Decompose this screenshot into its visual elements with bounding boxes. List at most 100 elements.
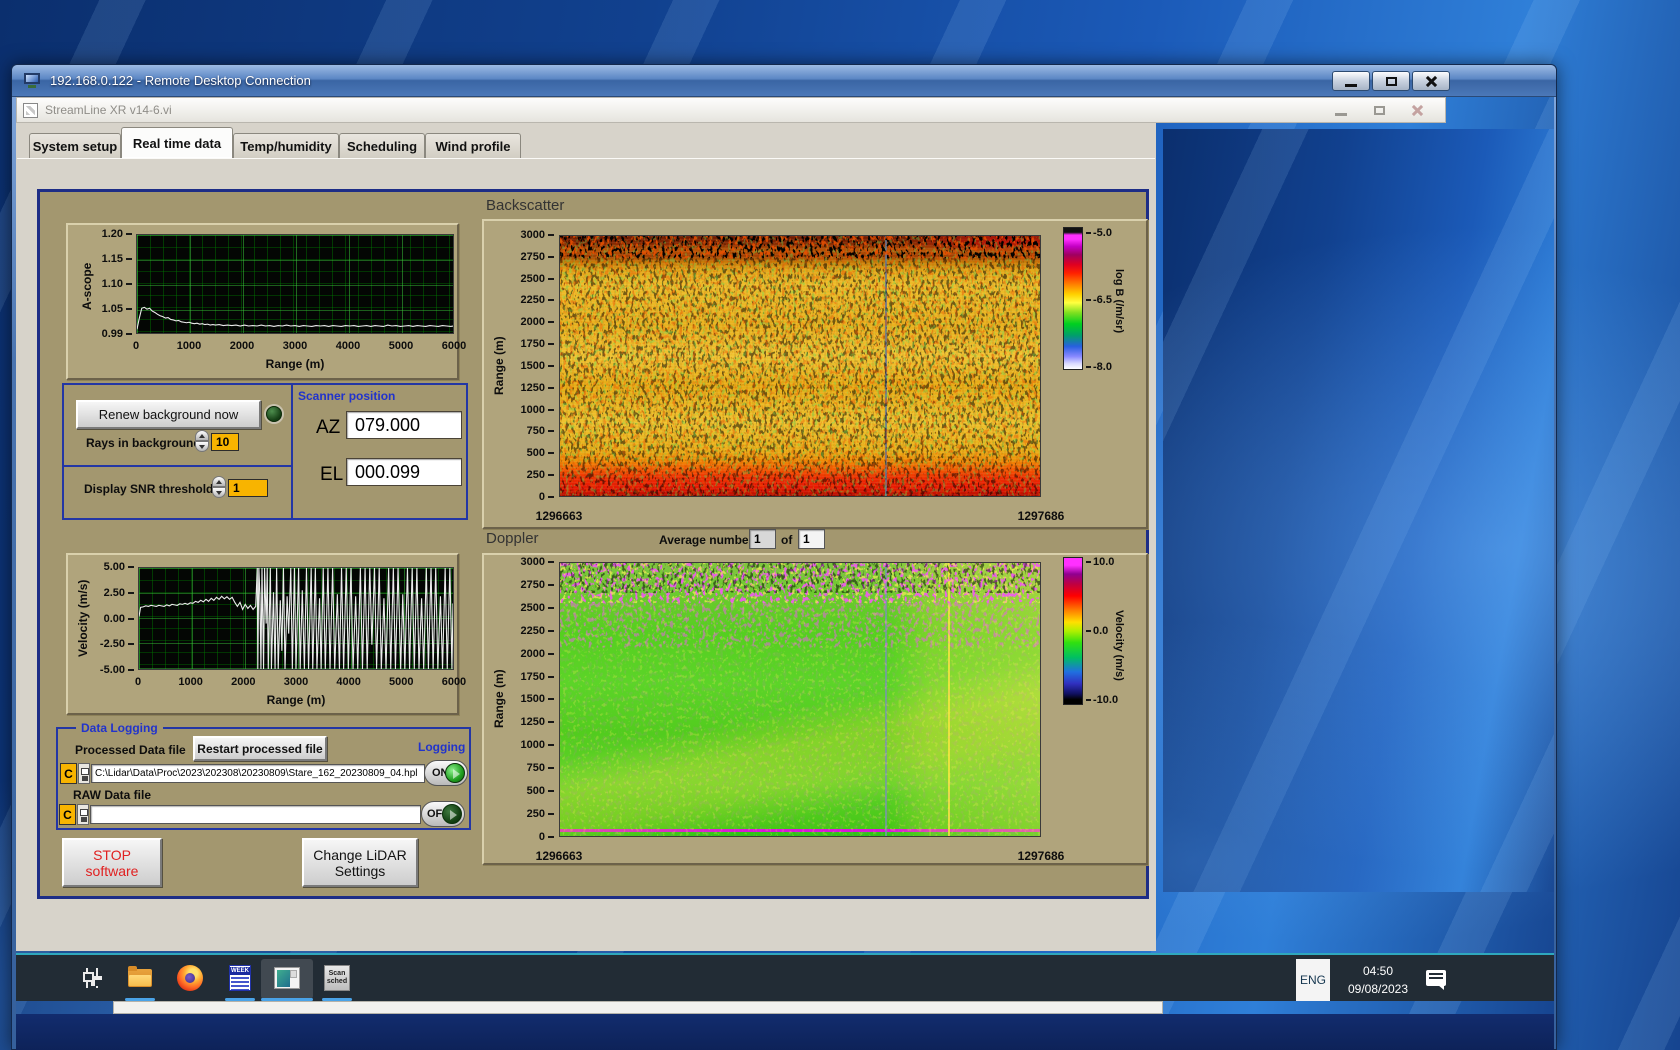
velocity-x-axis-label: Range (m) <box>266 693 326 707</box>
change-line1: Change LiDAR <box>313 846 407 863</box>
vi-titlebar: StreamLine XR v14-6.vi <box>16 97 1446 123</box>
snr-value-field[interactable]: 1 <box>228 479 268 497</box>
tab-strip: System setup Real time data Temp/humidit… <box>16 123 1156 158</box>
divider <box>64 465 291 467</box>
tab-real-time-data[interactable]: Real time data <box>121 127 233 158</box>
average-number-label: Average number <box>659 533 754 547</box>
toggle-on-icon <box>445 763 465 783</box>
lidar-front-panel: A-scope 1.20 1.15 1.10 1.05 0.99 0 1000 2000 30… <box>37 189 1149 899</box>
file-explorer-icon[interactable] <box>126 964 154 992</box>
ascope-plot <box>136 234 454 334</box>
snr-threshold-label: Display SNR threshold <box>84 482 214 496</box>
language-indicator[interactable]: ENG <box>1296 959 1330 1001</box>
backscatter-graph: Range (m) 3000 2750 2500 2250 2000 1750 1500 12… <box>482 219 1148 529</box>
tab-temp-humidity[interactable]: Temp/humidity <box>233 133 339 158</box>
rays-in-background-label: Rays in background <box>86 436 201 450</box>
doppler-title: Doppler <box>486 530 539 547</box>
average-total-field[interactable]: 1 <box>798 529 825 549</box>
background-led-indicator <box>266 406 282 422</box>
stop-line1: STOP <box>93 846 131 863</box>
raw-logging-toggle[interactable]: OFF <box>421 801 465 827</box>
renew-background-button[interactable]: Renew background now <box>76 400 261 429</box>
decrement-icon[interactable] <box>212 487 226 498</box>
tab-wind-profile[interactable]: Wind profile <box>425 133 521 158</box>
vi-maximize-button[interactable] <box>1365 101 1393 119</box>
backscatter-colorbar-label: log B (/m/sr) <box>1113 268 1125 334</box>
rdp-titlebar: 192.168.0.122 - Remote Desktop Connectio… <box>12 65 1556 97</box>
ascope-x-ticks: 0 1000 2000 3000 4000 5000 6000 <box>132 340 467 352</box>
backscatter-x-start: 1296663 <box>535 509 583 523</box>
azimuth-label: AZ <box>316 417 341 438</box>
tab-scheduling[interactable]: Scheduling <box>339 133 425 158</box>
raw-path-field[interactable] <box>90 805 421 824</box>
divider <box>291 385 293 518</box>
maximize-button[interactable] <box>1372 71 1410 91</box>
processed-browse-icon[interactable] <box>78 763 90 784</box>
vi-close-button[interactable] <box>1403 101 1431 119</box>
vi-app-icon <box>23 102 38 118</box>
taskbar-clock[interactable]: 04:50 09/08/2023 <box>1332 962 1424 998</box>
vi-window-bottom-strip <box>113 1001 1163 1014</box>
doppler-heatmap <box>559 562 1041 837</box>
raw-browse-icon[interactable] <box>77 804 89 825</box>
velocity-y-axis-label: Velocity (m/s) <box>76 579 90 657</box>
increment-icon[interactable] <box>212 476 226 487</box>
stop-line2: software <box>85 862 139 879</box>
notification-center-icon[interactable] <box>1426 970 1446 990</box>
processed-data-file-label: Processed Data file <box>75 743 186 757</box>
snr-spinner[interactable] <box>212 476 226 498</box>
stop-software-button[interactable]: STOP software <box>62 838 162 887</box>
data-logging-title: Data Logging <box>76 721 163 735</box>
close-icon <box>1411 105 1424 116</box>
rays-value-field[interactable]: 10 <box>211 433 239 451</box>
backscatter-y-axis-label: Range (m) <box>492 336 506 396</box>
vi-minimize-button[interactable] <box>1327 101 1355 119</box>
week-app-icon[interactable]: WEEK <box>226 964 254 992</box>
doppler-y-axis-label: Range (m) <box>492 669 506 729</box>
minimize-icon <box>1335 112 1347 116</box>
backscatter-title: Backscatter <box>486 197 565 214</box>
minimize-button[interactable] <box>1332 71 1370 91</box>
rdp-window: 192.168.0.122 - Remote Desktop Connectio… <box>11 64 1557 1050</box>
vi-window-title: StreamLine XR v14-6.vi <box>45 103 172 117</box>
firefox-icon[interactable] <box>176 964 204 992</box>
doppler-x-end: 1297686 <box>1017 849 1065 863</box>
elevation-value: 000.099 <box>346 458 462 486</box>
velocity-x-ticks: 0 1000 2000 3000 4000 5000 6000 <box>134 676 467 688</box>
increment-icon[interactable] <box>195 430 209 441</box>
velocity-plot <box>138 567 454 670</box>
data-logging-box: Data Logging Processed Data file Restart… <box>56 721 471 830</box>
logging-label: Logging <box>418 740 466 754</box>
backscatter-colorbar-ticks: -5.0 -6.5 -8.0 <box>1093 227 1112 373</box>
doppler-colorbar <box>1063 557 1083 705</box>
change-lidar-settings-button[interactable]: Change LiDAR Settings <box>302 838 418 887</box>
rays-spinner[interactable] <box>195 430 209 452</box>
task-view-icon[interactable] <box>79 964 107 992</box>
raw-drive-letter[interactable]: C <box>59 804 76 825</box>
remote-desktop-background <box>1163 129 1554 892</box>
tab-page: A-scope 1.20 1.15 1.10 1.05 0.99 0 1000 2000 30… <box>17 158 1155 950</box>
doppler-x-start: 1296663 <box>535 849 583 863</box>
ascope-x-axis-label: Range (m) <box>265 357 325 371</box>
scan-scheduler-icon[interactable]: Scan sched <box>323 964 351 992</box>
processed-path-field[interactable]: C:\Lidar\Data\Proc\2023\202308\20230809\… <box>91 764 425 783</box>
change-line2: Settings <box>334 862 386 879</box>
scanner-position-title: Scanner position <box>298 389 396 403</box>
elevation-label: EL <box>320 464 344 485</box>
background-controls-box: Renew background now Rays in background … <box>62 383 468 520</box>
velocity-graph: Velocity (m/s) 5.00 2.50 0.00 -2.50 -5.00 01… <box>66 553 467 715</box>
velocity-y-ticks: 5.00 2.50 0.00 -2.50 -5.00 <box>99 561 125 676</box>
backscatter-x-end: 1297686 <box>1017 509 1065 523</box>
raw-data-file-label: RAW Data file <box>73 788 152 802</box>
remote-session: StreamLine XR v14-6.vi System setup Real… <box>16 97 1554 1050</box>
tab-system-setup[interactable]: System setup <box>29 133 121 158</box>
restart-processed-file-button[interactable]: Restart processed file <box>193 736 327 761</box>
streamline-app-icon[interactable] <box>273 964 301 992</box>
processed-drive-letter[interactable]: C <box>60 763 77 784</box>
processed-logging-toggle[interactable]: ON <box>424 760 468 786</box>
backscatter-heatmap <box>559 235 1041 497</box>
decrement-icon[interactable] <box>195 441 209 452</box>
session-bottom-band <box>16 1014 1554 1050</box>
average-number-field[interactable]: 1 <box>749 529 776 549</box>
close-button[interactable] <box>1412 71 1450 91</box>
